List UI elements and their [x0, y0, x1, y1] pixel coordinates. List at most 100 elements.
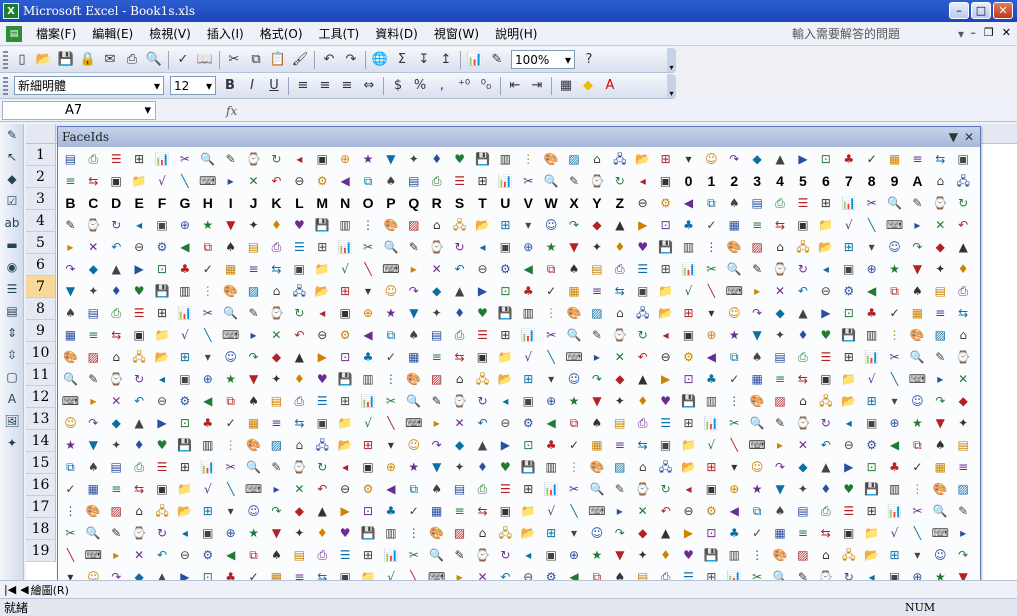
faceid-icon[interactable]: ♠	[906, 280, 929, 302]
faceid-icon[interactable]: ▸	[425, 412, 448, 434]
faceid-icon[interactable]: 🖧	[448, 214, 471, 236]
faceid-icon[interactable]: ♦	[288, 368, 311, 390]
row-header[interactable]: 16	[26, 474, 56, 496]
faceid-icon[interactable]: 📂	[631, 148, 654, 170]
faceid-icon[interactable]: ◂	[654, 324, 677, 346]
faceid-icon[interactable]: ▾	[723, 456, 746, 478]
faceid-icon[interactable]: ♦	[311, 522, 334, 544]
faceid-icon[interactable]: ▣	[654, 434, 677, 456]
faceid-icon[interactable]: ▤	[288, 544, 311, 566]
faceid-icon[interactable]: 📂	[494, 368, 517, 390]
faceid-icon[interactable]: ⚙	[173, 390, 196, 412]
faceid-icon[interactable]: 📁	[837, 368, 860, 390]
faceid-icon[interactable]: ⊖	[631, 192, 654, 214]
excel-app-icon[interactable]: X	[3, 3, 19, 19]
faceid-icon[interactable]: ⊖	[173, 544, 196, 566]
faceid-icon[interactable]: ≡	[929, 302, 952, 324]
combo-box-icon[interactable]: ▤	[1, 300, 23, 322]
faceid-icon[interactable]: ↷	[929, 390, 952, 412]
faceid-icon[interactable]: ◂	[334, 456, 357, 478]
faceid-icon[interactable]: ♣	[196, 412, 219, 434]
faceid-icon[interactable]: ⇆	[792, 368, 815, 390]
faceid-icon[interactable]: ♠	[242, 390, 265, 412]
faceid-icon[interactable]: ↶	[792, 280, 815, 302]
workbook-icon[interactable]: ▤	[6, 25, 22, 42]
faceid-icon[interactable]: ▶	[677, 522, 700, 544]
faceid-icon[interactable]: ⊡	[517, 434, 540, 456]
faceid-icon[interactable]: ☰	[105, 148, 128, 170]
faceid-icon[interactable]: ▼	[219, 214, 242, 236]
faceid-icon[interactable]: ✂	[540, 324, 563, 346]
faceid-icon[interactable]: ↶	[471, 412, 494, 434]
faceid-icon[interactable]: ↻	[105, 214, 128, 236]
tools-icon[interactable]: ✦	[1, 432, 23, 454]
faceid-glyph-b[interactable]: B	[59, 192, 82, 214]
faceid-icon[interactable]: ☰	[837, 500, 860, 522]
row-header[interactable]: 10	[26, 342, 56, 364]
faceid-icon[interactable]: 🔍	[59, 368, 82, 390]
faceid-icon[interactable]: ✕	[82, 236, 105, 258]
faceid-glyph-4[interactable]: 4	[769, 170, 792, 192]
faceid-icon[interactable]: ⌨	[82, 544, 105, 566]
faceid-icon[interactable]: ♣	[723, 522, 746, 544]
faceid-icon[interactable]: ⊞	[196, 500, 219, 522]
faceid-icon[interactable]: 📊	[196, 456, 219, 478]
faceid-icon[interactable]: ✂	[59, 522, 82, 544]
faceid-icon[interactable]: ☺	[540, 214, 563, 236]
faceid-icon[interactable]: ⌂	[792, 390, 815, 412]
faceid-icon[interactable]: ✦	[265, 368, 288, 390]
faceid-icon[interactable]: ⌚	[608, 324, 631, 346]
faceid-icon[interactable]: ◀	[219, 544, 242, 566]
faceid-icon[interactable]: ◂	[128, 214, 151, 236]
faceid-icon[interactable]: ▣	[334, 302, 357, 324]
faceid-icon[interactable]: ▸	[242, 324, 265, 346]
faceid-icon[interactable]: ▦	[402, 346, 425, 368]
faceid-icon[interactable]: ✦	[608, 390, 631, 412]
faceid-icon[interactable]: ✎	[402, 236, 425, 258]
faceid-icon[interactable]: ⊞	[173, 346, 196, 368]
faceid-icon[interactable]: ⊞	[334, 280, 357, 302]
email-icon[interactable]: ✉	[99, 49, 121, 71]
row-header[interactable]: 19	[26, 540, 56, 562]
faceid-icon[interactable]: ▣	[631, 280, 654, 302]
faceid-icon[interactable]: ⊞	[128, 148, 151, 170]
faceid-icon[interactable]: ▦	[585, 434, 608, 456]
faceid-icon[interactable]: ⊕	[723, 478, 746, 500]
faceid-icon[interactable]: ▾	[883, 390, 906, 412]
faceid-icon[interactable]: ✂	[219, 456, 242, 478]
faceid-glyph-z[interactable]: Z	[608, 192, 631, 214]
faceid-icon[interactable]: ▲	[631, 368, 654, 390]
faceid-icon[interactable]: 🖧	[952, 170, 975, 192]
line-icon[interactable]: ▬	[1, 234, 23, 256]
faceid-icon[interactable]: ▥	[723, 544, 746, 566]
faceid-icon[interactable]: ♠	[59, 302, 82, 324]
faceid-icon[interactable]: ✓	[883, 302, 906, 324]
faceid-glyph-i[interactable]: I	[219, 192, 242, 214]
faceid-icon[interactable]: √	[517, 346, 540, 368]
faceid-icon[interactable]: ⌚	[448, 390, 471, 412]
faceid-icon[interactable]: ≡	[906, 148, 929, 170]
faceid-icon[interactable]: ▥	[517, 302, 540, 324]
faceid-icon[interactable]: ⊞	[814, 192, 837, 214]
faceid-icon[interactable]: ◂	[471, 236, 494, 258]
faceid-icon[interactable]: 🔍	[540, 170, 563, 192]
faceid-icon[interactable]: 📊	[860, 346, 883, 368]
faceid-icon[interactable]: ☰	[471, 324, 494, 346]
faceid-icon[interactable]: ▤	[425, 324, 448, 346]
align-right-icon[interactable]: ≡	[336, 75, 358, 97]
faceid-icon[interactable]: ▲	[654, 522, 677, 544]
faceid-icon[interactable]: 🔍	[563, 324, 586, 346]
faceid-icon[interactable]: ≡	[608, 434, 631, 456]
faceid-icon[interactable]: √	[357, 412, 380, 434]
faceid-icon[interactable]: ⧉	[540, 258, 563, 280]
faceid-icon[interactable]: ⌂	[608, 302, 631, 324]
faceid-icon[interactable]: ◀	[357, 324, 380, 346]
faceid-glyph-u[interactable]: U	[494, 192, 517, 214]
faceid-icon[interactable]: ▶	[837, 456, 860, 478]
faceid-icon[interactable]: ♠	[219, 236, 242, 258]
faceid-icon[interactable]: 🖧	[792, 236, 815, 258]
row-header[interactable]: 5	[26, 232, 56, 254]
toolbar-grip[interactable]	[3, 50, 8, 69]
faceid-icon[interactable]: ⊞	[151, 302, 174, 324]
faceid-icon[interactable]: ▣	[151, 478, 174, 500]
